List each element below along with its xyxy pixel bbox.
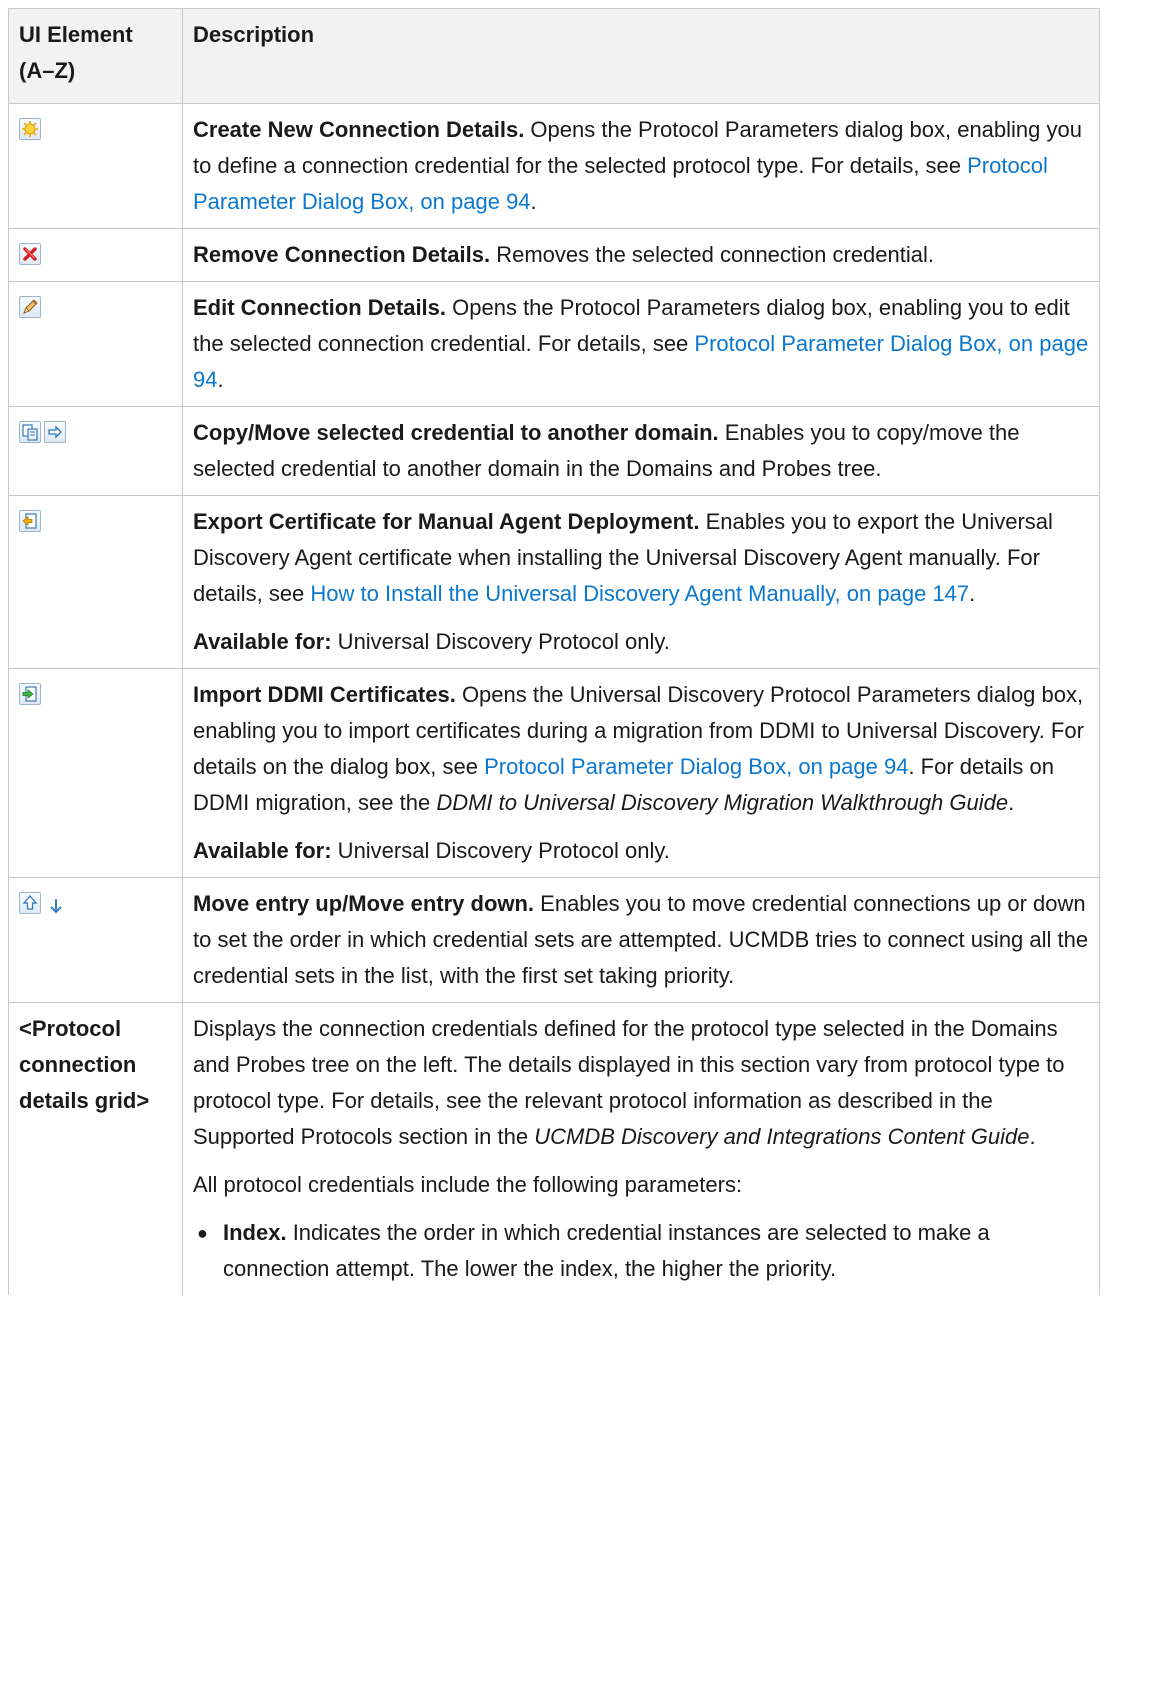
header-ui-element-sort: (A–Z) <box>19 58 76 83</box>
description-end: . <box>1008 790 1015 815</box>
description-cell: Copy/Move selected credential to another… <box>182 406 1100 496</box>
table-row: Move entry up/Move entry down. Enables y… <box>8 877 1100 1003</box>
new-sparkle-icon <box>19 118 41 140</box>
move-arrow-icon <box>44 421 66 443</box>
table-row: Remove Connection Details. Removes the s… <box>8 228 1100 282</box>
table-row: Copy/Move selected credential to another… <box>8 406 1100 496</box>
availability-note: Available for: Universal Discovery Proto… <box>193 624 1089 660</box>
move-up-icon <box>19 892 41 914</box>
availability-text: Universal Discovery Protocol only. <box>331 629 670 654</box>
list-item: ● Index. Indicates the order in which cre… <box>193 1215 1089 1287</box>
ui-element-cell: <Protocol connection details grid> <box>8 1002 183 1295</box>
migration-guide-title: DDMI to Universal Discovery Migration Wa… <box>436 790 1009 815</box>
table-row: Edit Connection Details. Opens the Proto… <box>8 281 1100 407</box>
description-text: Displays the connection credentials defi… <box>193 1011 1089 1155</box>
description-title: Move entry up/Move entry down. <box>193 891 535 916</box>
ui-element-cell <box>8 668 183 878</box>
parameter-name: Index. <box>223 1220 287 1245</box>
availability-label: Available for: <box>193 629 332 654</box>
table-row: Create New Connection Details. Opens the… <box>8 103 1100 229</box>
description-cell: Remove Connection Details. Removes the s… <box>182 228 1100 282</box>
description-end: . <box>217 367 224 392</box>
content-guide-title: UCMDB Discovery and Integrations Content… <box>534 1124 1030 1149</box>
copy-icon <box>19 421 41 443</box>
table-row: <Protocol connection details grid> Displ… <box>8 1002 1100 1295</box>
description-end: . <box>1029 1124 1036 1149</box>
description-title: Export Certificate for Manual Agent Depl… <box>193 509 700 534</box>
availability-text: Universal Discovery Protocol only. <box>331 838 670 863</box>
description-cell: Import DDMI Certificates. Opens the Univ… <box>182 668 1100 878</box>
description-text: Create New Connection Details. Opens the… <box>193 112 1089 220</box>
description-title: Remove Connection Details. <box>193 242 491 267</box>
export-certificate-icon <box>19 510 41 532</box>
install-agent-link[interactable]: How to Install the Universal Discovery A… <box>310 581 969 606</box>
description-body: Removes the selected connection credenti… <box>490 242 934 267</box>
description-end: . <box>969 581 976 606</box>
description-text: Edit Connection Details. Opens the Proto… <box>193 290 1089 398</box>
description-title: Create New Connection Details. <box>193 117 525 142</box>
protocol-parameter-link[interactable]: Protocol Parameter Dialog Box, on page 9… <box>484 754 908 779</box>
description-text: Copy/Move selected credential to another… <box>193 415 1089 487</box>
description-title: Copy/Move selected credential to another… <box>193 420 719 445</box>
description-title: Import DDMI Certificates. <box>193 682 456 707</box>
ui-element-cell <box>8 495 183 669</box>
parameter-description: Indicates the order in which credential … <box>223 1220 990 1281</box>
description-text: Move entry up/Move entry down. Enables y… <box>193 886 1089 994</box>
description-text: Import DDMI Certificates. Opens the Univ… <box>193 677 1089 821</box>
edit-pencil-icon <box>19 296 41 318</box>
description-cell: Export Certificate for Manual Agent Depl… <box>182 495 1100 669</box>
availability-label: Available for: <box>193 838 332 863</box>
availability-note: Available for: Universal Discovery Proto… <box>193 833 1089 869</box>
header-ui-element-label: UI Element <box>19 22 133 47</box>
description-text: Export Certificate for Manual Agent Depl… <box>193 504 1089 612</box>
parameters-intro: All protocol credentials include the fol… <box>193 1172 743 1197</box>
ui-element-cell <box>8 228 183 282</box>
description-cell: Displays the connection credentials defi… <box>182 1002 1100 1295</box>
description-cell: Create New Connection Details. Opens the… <box>182 103 1100 229</box>
description-text: Remove Connection Details. Removes the s… <box>193 237 1089 273</box>
table-row: Export Certificate for Manual Agent Depl… <box>8 495 1100 669</box>
description-title: Edit Connection Details. <box>193 295 447 320</box>
remove-x-icon <box>19 243 41 265</box>
description-cell: Edit Connection Details. Opens the Proto… <box>182 281 1100 407</box>
header-description: Description <box>182 8 1100 104</box>
grid-element-label: <Protocol connection details grid> <box>19 1016 150 1113</box>
description-cell: Move entry up/Move entry down. Enables y… <box>182 877 1100 1003</box>
header-ui-element: UI Element (A–Z) <box>8 8 183 104</box>
ui-element-cell <box>8 406 183 496</box>
table-header-row: UI Element (A–Z) Description <box>8 8 1100 104</box>
table-row: Import DDMI Certificates. Opens the Univ… <box>8 668 1100 878</box>
ui-element-cell <box>8 877 183 1003</box>
ui-element-table: UI Element (A–Z) Description Create New … <box>8 8 1100 1295</box>
ui-element-cell <box>8 103 183 229</box>
move-down-icon <box>45 892 67 914</box>
import-certificate-icon <box>19 683 41 705</box>
bullet-icon: ● <box>197 1223 208 1243</box>
parameter-list: ● Index. Indicates the order in which cre… <box>193 1215 1089 1287</box>
description-end: . <box>530 189 537 214</box>
ui-element-cell <box>8 281 183 407</box>
